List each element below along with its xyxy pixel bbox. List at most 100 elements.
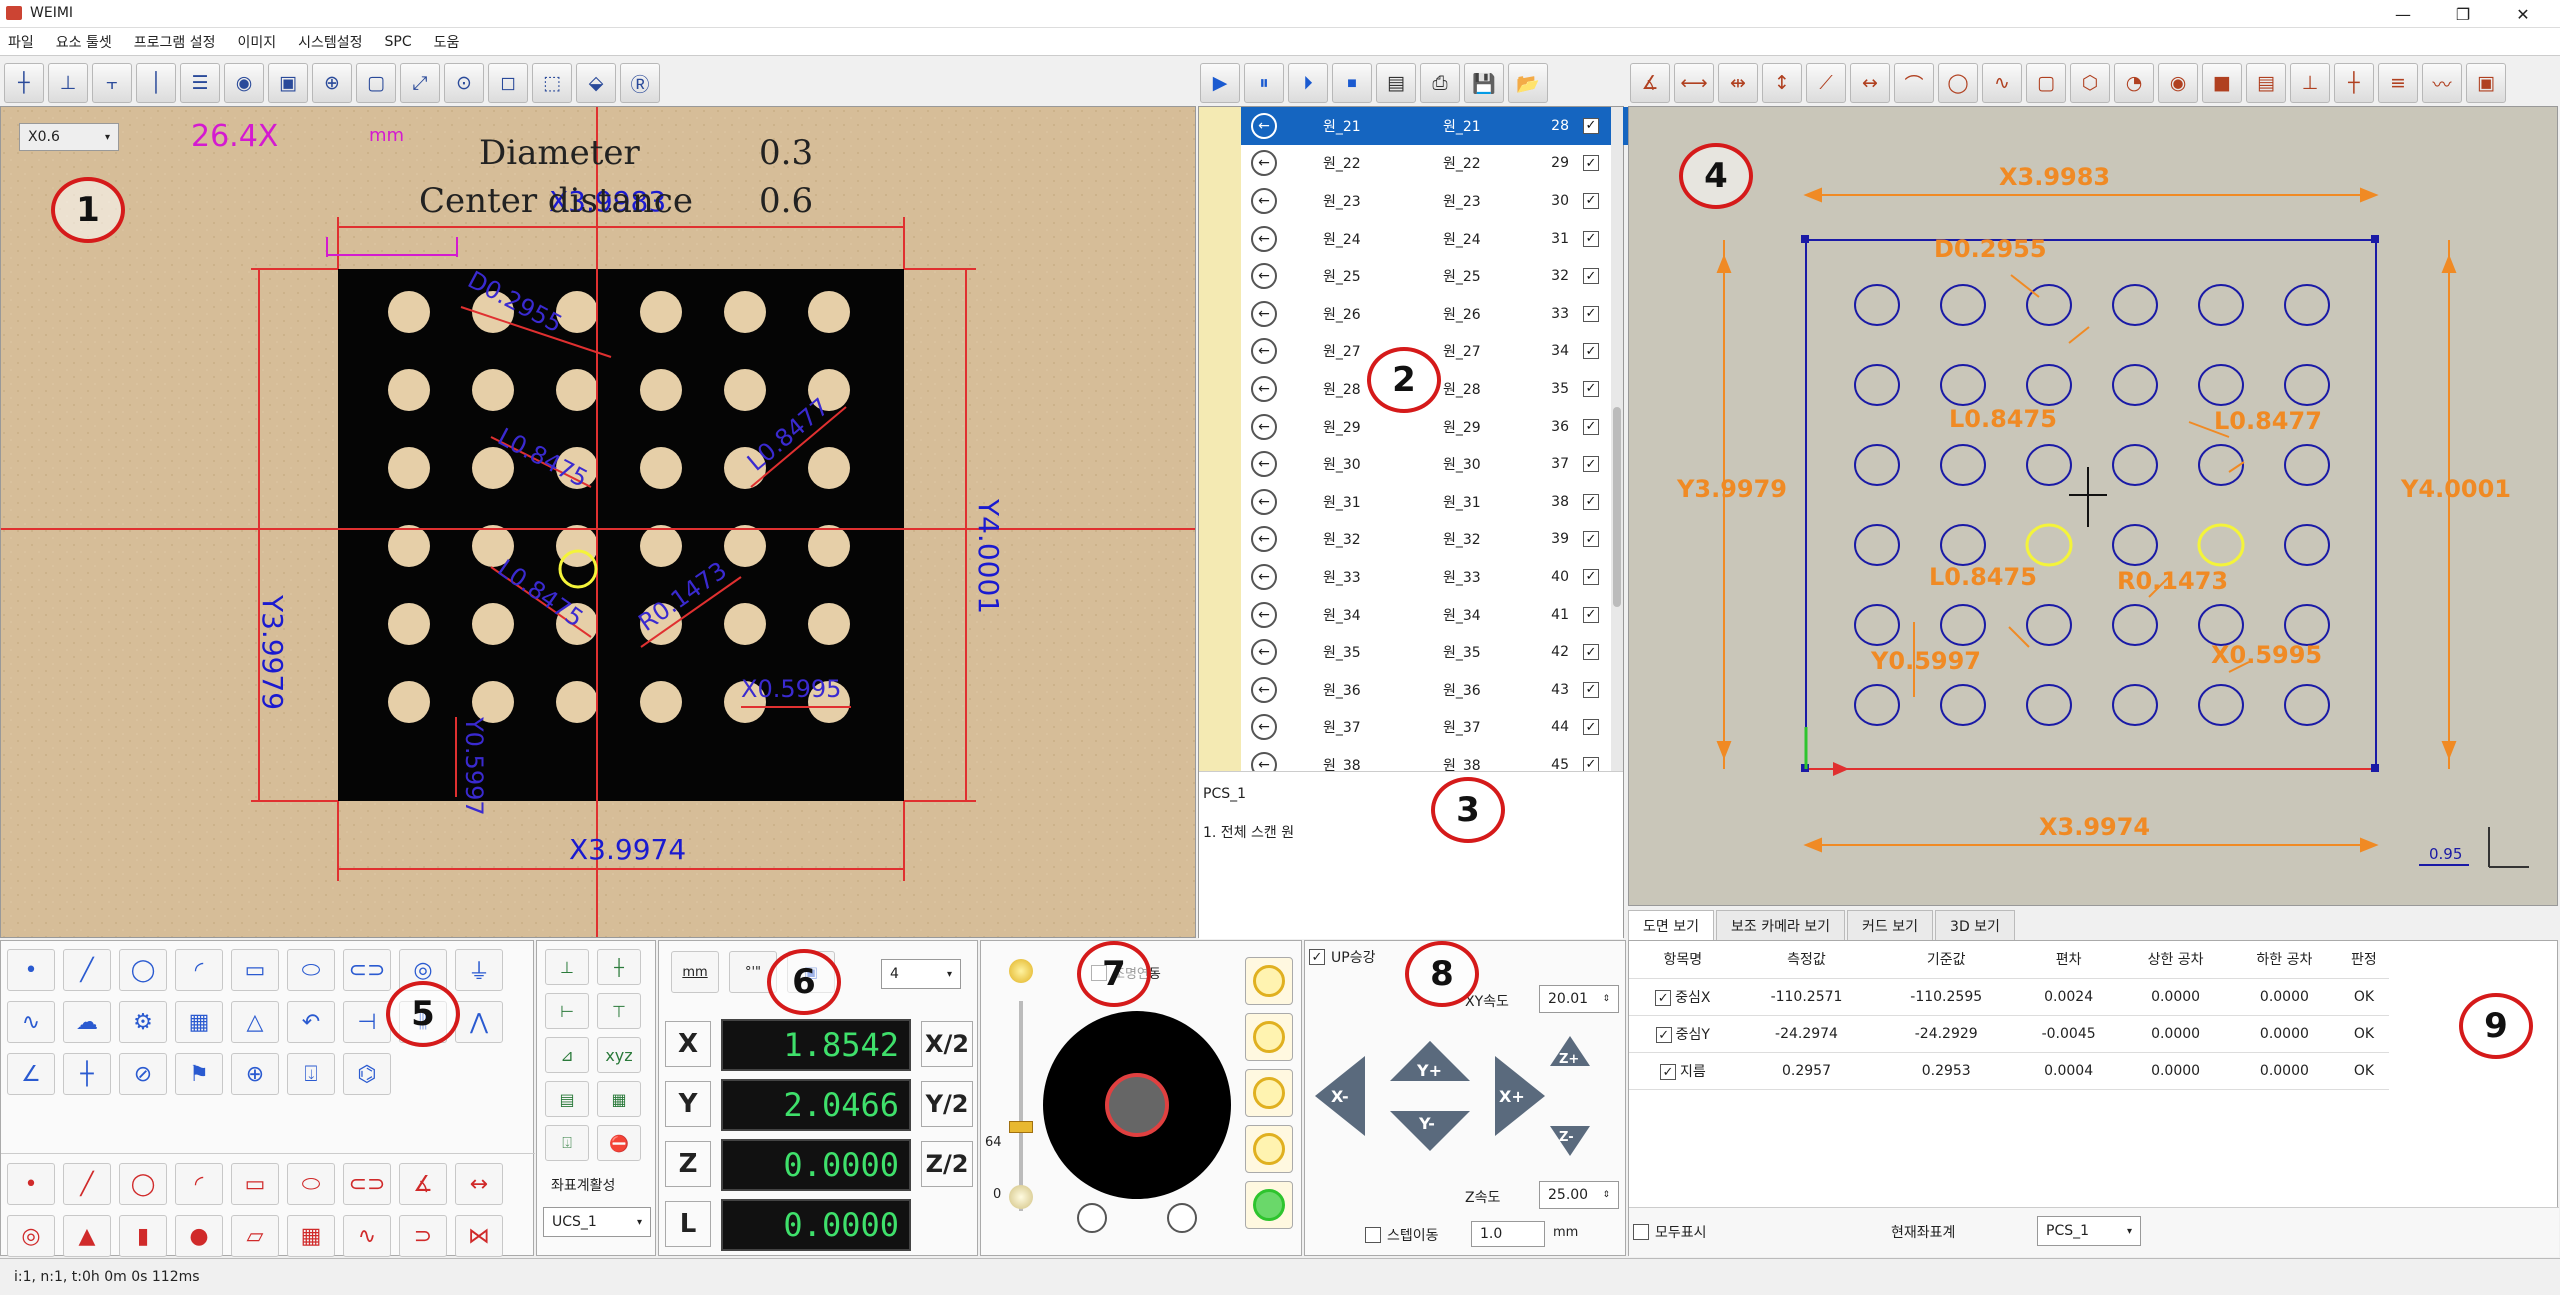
pause-button[interactable]: ⏸ — [1244, 63, 1284, 103]
tab-aux-camera[interactable]: 보조 카메라 보기 — [1715, 910, 1846, 940]
angle-button[interactable]: ∡ — [1630, 63, 1670, 103]
cad-hole[interactable] — [1854, 444, 1900, 486]
c-angle-tool-button[interactable]: ∡ — [399, 1163, 447, 1205]
list-scrollbar[interactable] — [1611, 107, 1623, 771]
arc-angle-button[interactable]: ⌒ — [1894, 63, 1934, 103]
camera-view[interactable]: X3.9983 X3.9974 Y3.9979 Y4.0001 D0.2955 … — [0, 106, 1196, 938]
align-y-button[interactable]: ⊤ — [597, 993, 641, 1029]
feature-list-item[interactable]: ← 원_27 원_27 34 ✓ — [1241, 333, 1651, 371]
c-para-tool-button[interactable]: ▱ — [231, 1215, 279, 1257]
ring-cross-button[interactable] — [1245, 1013, 1293, 1061]
cad-hole[interactable] — [2112, 684, 2158, 726]
hatch-button[interactable]: ≡ — [2378, 63, 2418, 103]
show-all-box[interactable] — [1633, 1224, 1649, 1240]
c-grid-tool-button[interactable]: ▦ — [287, 1215, 335, 1257]
cad-hole[interactable] — [2026, 604, 2072, 646]
origin-button[interactable]: ┼ — [2334, 63, 2374, 103]
crosshair-button[interactable]: ┼ — [4, 63, 44, 103]
step-move-box[interactable] — [1365, 1227, 1381, 1243]
vertical-line-button[interactable]: │ — [136, 63, 176, 103]
c-wave-tool-button[interactable]: ∿ — [343, 1215, 391, 1257]
axis-button[interactable]: ⊥ — [2290, 63, 2330, 103]
cad-hole[interactable] — [1940, 364, 1986, 406]
cad-hole[interactable] — [2112, 524, 2158, 566]
cad-hole-selected[interactable] — [2025, 523, 2073, 567]
ring-light-diagram[interactable] — [1043, 1011, 1231, 1199]
cad-hole[interactable] — [2198, 444, 2244, 486]
c-line-tool-button[interactable]: ╱ — [63, 1163, 111, 1205]
tab-3d-view[interactable]: 3D 보기 — [1935, 910, 2015, 940]
up-lift-checkbox[interactable]: ✓ UP승강 — [1309, 947, 1375, 967]
cube-button[interactable]: ⬡ — [2070, 63, 2110, 103]
cad-hole[interactable] — [2284, 604, 2330, 646]
feature-enabled-checkbox[interactable]: ✓ — [1583, 380, 1599, 397]
rect-select-button[interactable]: ◻ — [488, 63, 528, 103]
eye-button[interactable]: ◉ — [2158, 63, 2198, 103]
circle-tool-button[interactable]: ◯ — [119, 949, 167, 991]
snapshot-button[interactable]: ▣ — [268, 63, 308, 103]
results-row[interactable]: ✓ 지름 0.2957 0.2953 0.0004 0.0000 0.0000 OK — [1629, 1052, 2389, 1090]
feature-enabled-checkbox[interactable]: ✓ — [1583, 230, 1599, 247]
result-checkbox[interactable]: ✓ — [1655, 1027, 1672, 1043]
menu-system[interactable]: 시스템설정 — [298, 32, 362, 52]
save-button[interactable]: 💾 — [1464, 63, 1504, 103]
measure-x-button[interactable]: ⟷ — [1674, 63, 1714, 103]
feature-list-item[interactable]: ← 원_34 원_34 41 ✓ — [1241, 596, 1651, 634]
ring-outer-button[interactable] — [1245, 1125, 1293, 1173]
cad-hole[interactable] — [1854, 684, 1900, 726]
feature-enabled-checkbox[interactable]: ✓ — [1583, 155, 1599, 172]
clock-button[interactable]: ◔ — [2114, 63, 2154, 103]
plane-button[interactable]: ⊿ — [545, 1037, 589, 1073]
cad-hole[interactable] — [2198, 604, 2244, 646]
feature-enabled-checkbox[interactable]: ✓ — [1583, 268, 1599, 285]
feature-list-item[interactable]: ← 원_31 원_31 38 ✓ — [1241, 483, 1651, 521]
x-half-button[interactable]: X/2 — [921, 1021, 973, 1067]
feature-list-item[interactable]: ← 원_33 원_33 40 ✓ — [1241, 558, 1651, 596]
wave-button[interactable]: 〰 — [2422, 63, 2462, 103]
cad-hole-selected[interactable] — [2197, 523, 2245, 567]
camera-canvas[interactable]: X3.9983 X3.9974 Y3.9979 Y4.0001 D0.2955 … — [1, 107, 1196, 938]
c-triangle-tool-button[interactable]: ▲ — [63, 1215, 111, 1257]
cad-hole[interactable] — [2284, 284, 2330, 326]
menu-file[interactable]: 파일 — [8, 32, 34, 52]
feature-list-item[interactable]: ← 원_29 원_29 36 ✓ — [1241, 408, 1651, 446]
cad-hole[interactable] — [2026, 364, 2072, 406]
cad-hole[interactable] — [1940, 444, 1986, 486]
c-sphere-tool-button[interactable]: ● — [175, 1215, 223, 1257]
cad-hole[interactable] — [2026, 284, 2072, 326]
light-decrease-button[interactable] — [1077, 1203, 1107, 1233]
distance-button[interactable]: ↔ — [1850, 63, 1890, 103]
z-speed-input[interactable]: 25.00 ⇕ — [1539, 1181, 1619, 1209]
cad-hole[interactable] — [2284, 684, 2330, 726]
minimize-button[interactable]: — — [2380, 0, 2426, 28]
target-tool-button[interactable]: ⊕ — [231, 1053, 279, 1095]
c-rect-tool-button[interactable]: ▭ — [231, 1163, 279, 1205]
cad-hole[interactable] — [2284, 524, 2330, 566]
feature-list-item[interactable]: ← 원_37 원_37 44 ✓ — [1241, 709, 1651, 747]
height-button[interactable]: ↕ — [1762, 63, 1802, 103]
light-increase-button[interactable] — [1167, 1203, 1197, 1233]
export-button[interactable]: ⎙ — [1420, 63, 1460, 103]
feature-enabled-checkbox[interactable]: ✓ — [1583, 418, 1599, 435]
measure-xy-button[interactable]: ⇹ — [1718, 63, 1758, 103]
curve-button[interactable]: ∿ — [1982, 63, 2022, 103]
excel-button[interactable]: ▦ — [597, 1081, 641, 1117]
slot-tool-button[interactable]: ⊂⊃ — [343, 949, 391, 991]
cone-tool-button[interactable]: △ — [231, 1001, 279, 1043]
cad-hole[interactable] — [1854, 604, 1900, 646]
y-half-button[interactable]: Y/2 — [921, 1081, 973, 1127]
cad-hole[interactable] — [2112, 604, 2158, 646]
cad-hole[interactable] — [2198, 284, 2244, 326]
c-chain-tool-button[interactable]: ⊃ — [399, 1215, 447, 1257]
slope-button[interactable]: ⟋ — [1806, 63, 1846, 103]
cad-hole[interactable] — [1854, 284, 1900, 326]
layer-button[interactable]: ▤ — [2246, 63, 2286, 103]
cad-hole[interactable] — [1940, 604, 1986, 646]
z-half-button[interactable]: Z/2 — [921, 1141, 973, 1187]
result-checkbox[interactable]: ✓ — [1659, 1064, 1676, 1080]
feature-enabled-checkbox[interactable]: ✓ — [1583, 568, 1599, 585]
ellipse-tool-button[interactable]: ⬭ — [287, 949, 335, 991]
feature-enabled-checkbox[interactable]: ✓ — [1583, 456, 1599, 473]
c-slot-tool-button[interactable]: ⊂⊃ — [343, 1163, 391, 1205]
perp-tool-button[interactable]: ⊣ — [343, 1001, 391, 1043]
